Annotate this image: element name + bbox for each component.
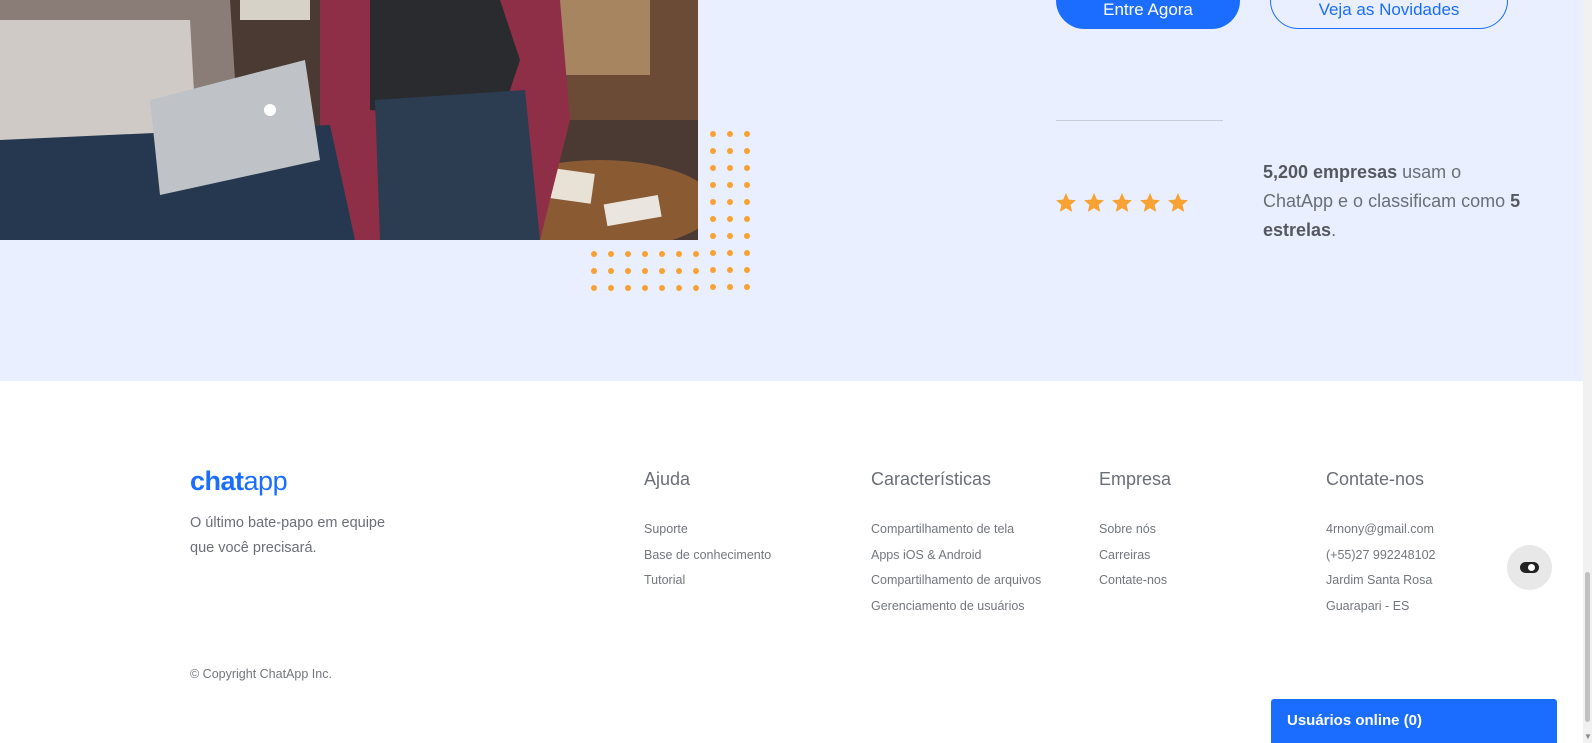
footer-col-title: Contate-nos (1326, 469, 1425, 489)
hero-section: Entre Agora Veja as Novidades 5,200 empr… (0, 0, 1583, 381)
footer-col-contact: Contate-nos 4rnony@gmail.com (+55)27 992… (1326, 469, 1435, 622)
rating-stars (1054, 191, 1190, 215)
footer-link-screen-sharing[interactable]: Compartilhamento de tela (871, 520, 1041, 546)
footer-link-knowledge-base[interactable]: Base de conhecimento (644, 546, 771, 572)
see-news-button[interactable]: Veja as Novidades (1270, 0, 1508, 29)
decorative-dot (591, 285, 597, 291)
decorative-dot (710, 233, 716, 239)
decorative-dot (744, 267, 750, 273)
team-photo (0, 0, 698, 240)
decorative-dot (676, 268, 682, 274)
decorative-dot (676, 251, 682, 257)
decorative-dot (693, 268, 699, 274)
decorative-dot (591, 251, 597, 257)
contact-phone[interactable]: (+55)27 992248102 (1326, 546, 1435, 572)
logo-bold: chat (190, 466, 244, 496)
footer-col-help: Ajuda Suporte Base de conhecimento Tutor… (644, 469, 771, 597)
decorative-dot (727, 148, 733, 154)
decorative-dot (727, 131, 733, 137)
footer-col-title: Características (871, 469, 992, 489)
decorative-dot (744, 199, 750, 205)
star-icon (1168, 193, 1188, 212)
decorative-dot (676, 285, 682, 291)
decorative-dot (727, 284, 733, 290)
decorative-dot (727, 216, 733, 222)
footer-col-title: Empresa (1099, 469, 1172, 489)
decorative-dot (744, 233, 750, 239)
decorative-dot (608, 285, 614, 291)
decorative-dot (659, 268, 665, 274)
star-icon (1112, 193, 1132, 212)
rating-companies: 5,200 empresas (1263, 162, 1398, 182)
decorative-dot (710, 250, 716, 256)
decorative-dot (710, 216, 716, 222)
footer-col-features: Características Compartilhamento de tela… (871, 469, 1041, 622)
footer-link-contact[interactable]: Contate-nos (1099, 571, 1171, 597)
decorative-dot (608, 268, 614, 274)
decorative-dot (727, 250, 733, 256)
contact-address-line2: Guarapari - ES (1326, 598, 1410, 613)
decorative-dot (727, 165, 733, 171)
decorative-dot (710, 165, 716, 171)
team-photo-illustration (0, 0, 698, 240)
decorative-dot (642, 268, 648, 274)
decorative-dot (744, 216, 750, 222)
decorative-dot (744, 250, 750, 256)
decorative-dot (642, 251, 648, 257)
footer-link-tutorial[interactable]: Tutorial (644, 571, 771, 597)
decorative-dot (591, 268, 597, 274)
decorative-dot (710, 284, 716, 290)
decorative-dot (744, 131, 750, 137)
decorative-dot (710, 199, 716, 205)
toggle-knob (1528, 564, 1535, 571)
theme-toggle-button[interactable] (1507, 545, 1552, 590)
contact-email[interactable]: 4rnony@gmail.com (1326, 520, 1435, 546)
divider (1056, 120, 1223, 121)
footer-link-user-management[interactable]: Gerenciamento de usuários (871, 597, 1041, 623)
decorative-dot (710, 131, 716, 137)
star-icon (1084, 193, 1104, 212)
decorative-dot (642, 285, 648, 291)
footer-col-company: Empresa Sobre nós Carreiras Contate-nos (1099, 469, 1171, 597)
decorative-dot (710, 267, 716, 273)
contact-address-line1: Jardim Santa Rosa (1326, 573, 1433, 587)
footer-link-support[interactable]: Suporte (644, 520, 771, 546)
decorative-dot (744, 148, 750, 154)
star-icon (1140, 193, 1160, 212)
decorative-dot (659, 285, 665, 291)
footer-link-apps[interactable]: Apps iOS & Android (871, 546, 1041, 572)
decorative-dot (693, 285, 699, 291)
decorative-dot (710, 182, 716, 188)
footer-tagline: O último bate-papo em equipe que você pr… (190, 515, 386, 556)
decorative-dot (625, 285, 631, 291)
decorative-dot (710, 148, 716, 154)
scroll-down-arrow-icon[interactable]: ▼ (1584, 732, 1592, 741)
star-icon (1056, 193, 1076, 212)
decorative-dot (744, 182, 750, 188)
decorative-dot (727, 182, 733, 188)
decorative-dot (744, 165, 750, 171)
decorative-dot (608, 251, 614, 257)
rating-period: . (1331, 220, 1337, 240)
footer-col-title: Ajuda (644, 469, 691, 489)
rating-text: 5,200 empresas usam o ChatApp e o classi… (1263, 158, 1523, 245)
online-users-widget[interactable]: Usuários online (0) (1271, 699, 1557, 743)
decorative-dot (625, 251, 631, 257)
footer-link-about[interactable]: Sobre nós (1099, 520, 1171, 546)
footer-link-file-sharing[interactable]: Compartilhamento de arquivos (871, 571, 1041, 597)
copyright: © Copyright ChatApp Inc. (190, 667, 332, 681)
decorative-dot (744, 284, 750, 290)
enter-now-button[interactable]: Entre Agora (1056, 0, 1240, 29)
decorative-dot (727, 199, 733, 205)
chatapp-logo[interactable]: chatapp (190, 466, 288, 497)
decorative-dot (625, 268, 631, 274)
scrollbar-thumb[interactable] (1585, 572, 1590, 722)
logo-light: app (243, 466, 288, 496)
footer: chatapp O último bate-papo em equipe que… (0, 381, 1583, 743)
decorative-dot (659, 251, 665, 257)
footer-link-careers[interactable]: Carreiras (1099, 546, 1171, 572)
decorative-dot (727, 267, 733, 273)
decorative-dot (727, 233, 733, 239)
decorative-dot (693, 251, 699, 257)
